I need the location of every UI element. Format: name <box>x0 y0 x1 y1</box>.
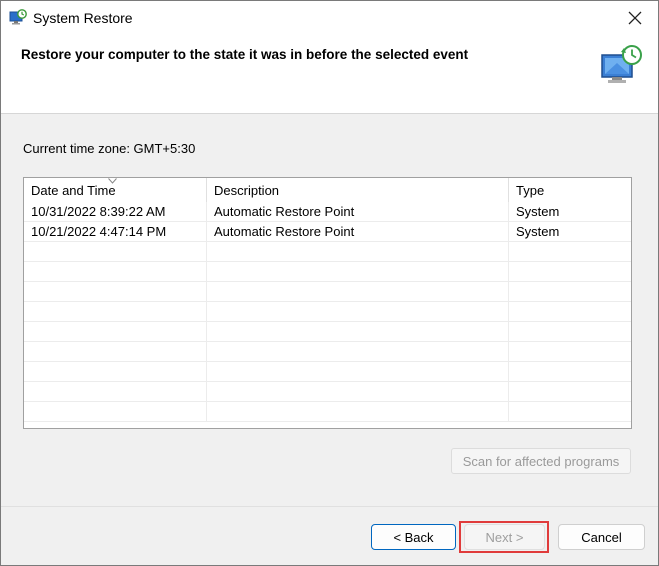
system-restore-icon <box>9 9 27 25</box>
next-button-highlight <box>459 521 549 553</box>
empty-row <box>24 302 631 322</box>
column-header-description[interactable]: Description <box>207 178 509 202</box>
column-header-type-label: Type <box>516 183 545 198</box>
close-icon <box>628 11 642 25</box>
empty-row <box>24 322 631 342</box>
column-header-date[interactable]: Date and Time <box>24 178 207 202</box>
empty-row <box>24 242 631 262</box>
cell-date: 10/21/2022 4:47:14 PM <box>24 222 207 242</box>
timezone-label: Current time zone: GMT+5:30 <box>23 141 196 156</box>
restore-points-list[interactable]: Date and Time Description Type 10/31/202… <box>23 177 632 429</box>
empty-row <box>24 402 631 422</box>
window-title: System Restore <box>33 10 133 26</box>
empty-row <box>24 362 631 382</box>
empty-row <box>24 342 631 362</box>
cancel-button[interactable]: Cancel <box>558 524 645 550</box>
page-heading: Restore your computer to the state it wa… <box>21 47 469 62</box>
table-row[interactable]: 10/21/2022 4:47:14 PM Automatic Restore … <box>24 222 631 242</box>
column-header-type[interactable]: Type <box>509 178 631 202</box>
header-panel: Restore your computer to the state it wa… <box>1 35 658 114</box>
empty-row <box>24 282 631 302</box>
table-row[interactable]: 10/31/2022 8:39:22 AM Automatic Restore … <box>24 202 631 222</box>
cell-type: System <box>516 224 560 239</box>
cell-type: System <box>516 204 560 219</box>
system-restore-window: System Restore Restore your computer to … <box>0 0 659 566</box>
empty-row <box>24 262 631 282</box>
title-bar[interactable]: System Restore <box>1 1 658 35</box>
cell-description: Automatic Restore Point <box>207 222 509 242</box>
system-restore-monitor-icon <box>601 45 642 83</box>
sort-descending-icon <box>108 178 117 184</box>
cell-description: Automatic Restore Point <box>207 202 509 222</box>
cell-date: 10/31/2022 8:39:22 AM <box>24 202 207 222</box>
close-button[interactable] <box>612 1 658 35</box>
scan-affected-programs-button[interactable]: Scan for affected programs <box>451 448 631 474</box>
footer-divider <box>1 506 658 507</box>
back-button[interactable]: < Back <box>371 524 456 550</box>
list-header: Date and Time Description Type <box>24 178 631 202</box>
column-header-description-label: Description <box>214 183 280 198</box>
empty-row <box>24 382 631 402</box>
column-header-date-label: Date and Time <box>31 183 116 198</box>
